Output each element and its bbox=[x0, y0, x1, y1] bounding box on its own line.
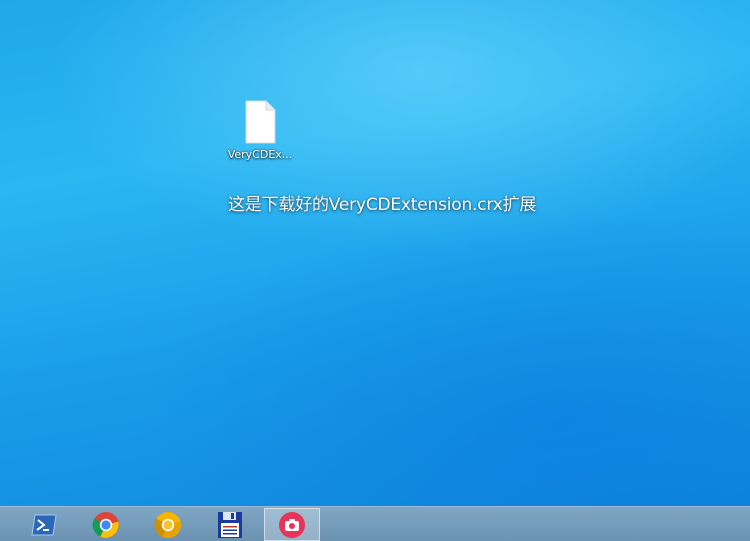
desktop-file-shortcut[interactable]: VeryCDEx... bbox=[222, 100, 298, 166]
taskbar-save-app-button[interactable] bbox=[202, 508, 258, 541]
taskbar bbox=[0, 506, 750, 541]
desktop-file-label: VeryCDEx... bbox=[227, 148, 293, 161]
powershell-icon bbox=[31, 514, 57, 535]
taskbar-chrome-button[interactable] bbox=[78, 508, 134, 541]
desktop: VeryCDEx... 这是下载好的VeryCDExtension.crx扩展 bbox=[0, 0, 750, 506]
chrome-icon bbox=[92, 511, 119, 538]
floppy-disk-icon bbox=[218, 511, 242, 538]
taskbar-powershell-button[interactable] bbox=[16, 508, 72, 541]
taskbar-camera-button[interactable] bbox=[264, 508, 320, 541]
chrome-canary-icon bbox=[154, 511, 181, 538]
file-icon bbox=[245, 100, 276, 144]
camera-icon bbox=[279, 511, 305, 538]
annotation-caption: 这是下载好的VeryCDExtension.crx扩展 bbox=[228, 195, 537, 215]
taskbar-chrome-canary-button[interactable] bbox=[140, 508, 196, 541]
